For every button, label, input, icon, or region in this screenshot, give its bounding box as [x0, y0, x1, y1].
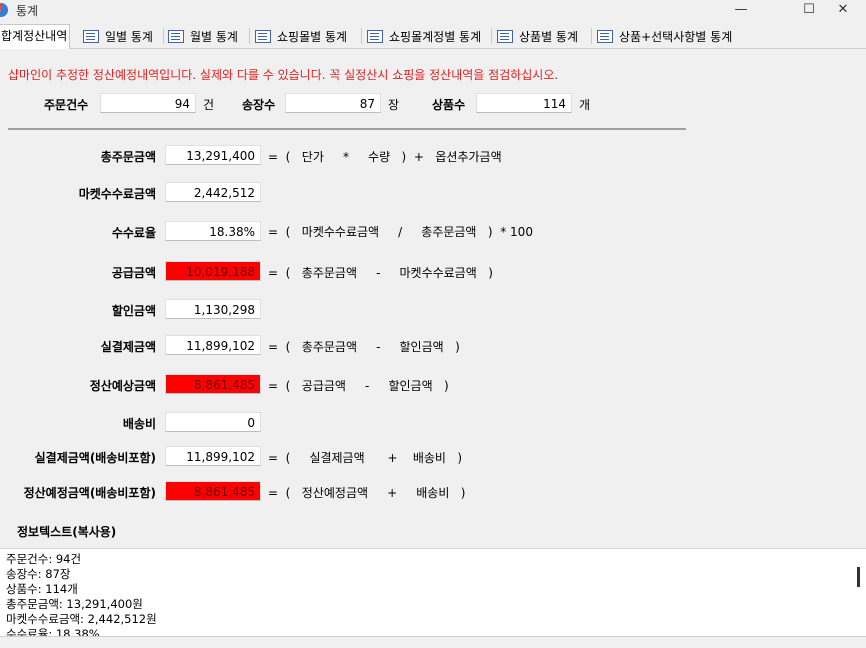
expected-settlement-incl-shipping-formula: = ( 정산예정금액 + 배송비 ) [268, 486, 466, 500]
tab-daily-stats[interactable]: 일별 통계 [83, 26, 153, 48]
invoice-count-unit: 장 [388, 98, 400, 112]
discount-amount-field[interactable]: 1,130,298 [165, 299, 261, 319]
total-order-amount-label: 총주문금액 [100, 150, 156, 164]
info-text-area[interactable]: 주문건수: 94건 송장수: 87장 상품수: 114개 총주문금액: 13,2… [0, 548, 866, 637]
discount-amount-label: 할인금액 [111, 304, 156, 318]
tab-separator [163, 28, 164, 44]
supply-amount-label: 공급금액 [111, 266, 156, 280]
status-bar [0, 636, 866, 648]
tab-separator [591, 28, 592, 44]
info-line: 상품수: 114개 [6, 582, 78, 596]
actual-payment-label: 실결제금액 [100, 340, 156, 354]
divider [8, 128, 686, 130]
minimize-button[interactable]: — [718, 0, 764, 22]
table-icon [597, 30, 613, 43]
expected-settlement-formula: = ( 공급금액 - 할인금액 ) [268, 379, 449, 393]
window-title: 통계 [16, 4, 39, 18]
expected-settlement-incl-shipping-label: 정산예정금액(배송비포함) [23, 486, 156, 500]
actual-payment-incl-shipping-label: 실결제금액(배송비포함) [34, 451, 156, 465]
info-line: 주문건수: 94건 [6, 552, 82, 566]
actual-payment-field[interactable]: 11,899,102 [165, 335, 261, 355]
tab-total-settlement[interactable]: 합계정산내역 [0, 24, 71, 49]
supply-amount-field[interactable]: 10,019,188 [165, 261, 261, 281]
info-line: 송장수: 87장 [6, 567, 71, 581]
product-count-unit: 개 [579, 98, 591, 112]
app-icon [0, 3, 8, 17]
title-bar: 통계 — ☐ ✕ [0, 0, 866, 22]
table-icon [367, 30, 383, 43]
tab-label: 상품+선택사항별 통계 [619, 30, 733, 44]
table-icon [497, 30, 513, 43]
info-line: 마켓수수료금액: 2,442,512원 [6, 612, 157, 626]
tab-separator [249, 28, 250, 44]
order-count-field[interactable]: 94 [100, 93, 196, 113]
table-icon [255, 30, 271, 43]
invoice-count-field[interactable]: 87 [285, 93, 381, 113]
scrollbar-thumb[interactable] [857, 567, 860, 587]
info-line: 총주문금액: 13,291,400원 [6, 597, 143, 611]
market-fee-label: 마켓수수료금액 [78, 187, 156, 201]
tab-separator [491, 28, 492, 44]
tab-bar: 합계정산내역 일별 통계 월별 통계 쇼핑몰별 통계 쇼핑몰계정별 통계 상품별… [0, 24, 866, 49]
tab-label: 합계정산내역 [1, 29, 68, 43]
expected-settlement-label: 정산예상금액 [89, 379, 156, 393]
actual-payment-incl-shipping-formula: = ( 실결제금액 + 배송비 ) [268, 451, 463, 465]
tab-mall-account-stats[interactable]: 쇼핑몰계정별 통계 [367, 26, 481, 48]
expected-settlement-field[interactable]: 8,861,485 [165, 374, 261, 394]
fee-rate-label: 수수료율 [111, 226, 156, 240]
product-count-label: 상품수 [432, 98, 466, 112]
close-button[interactable]: ✕ [820, 0, 866, 22]
table-icon [168, 30, 184, 43]
order-count-label: 주문건수 [44, 98, 89, 112]
tab-mall-stats[interactable]: 쇼핑몰별 통계 [255, 26, 347, 48]
info-text-title: 정보텍스트(복사용) [17, 525, 117, 539]
tab-label: 상품별 통계 [519, 30, 579, 44]
tab-separator [361, 28, 362, 44]
table-icon [83, 30, 99, 43]
order-count-unit: 건 [203, 98, 215, 112]
fee-rate-field[interactable]: 18.38% [165, 221, 261, 241]
supply-amount-formula: = ( 총주문금액 - 마켓수수료금액 ) [268, 266, 493, 280]
actual-payment-incl-shipping-field[interactable]: 11,899,102 [165, 446, 261, 466]
tab-product-stats[interactable]: 상품별 통계 [497, 26, 578, 48]
total-order-amount-formula: = ( 단가 * 수량 ) + 옵션추가금액 [268, 150, 502, 164]
tab-product-option-stats[interactable]: 상품+선택사항별 통계 [597, 26, 732, 48]
tab-label: 월별 통계 [190, 30, 238, 44]
shipping-fee-field[interactable]: 0 [165, 412, 261, 432]
estimate-notice: 샵마인이 추정한 정산예정내역입니다. 실제와 다를 수 있습니다. 꼭 실정산… [8, 68, 559, 82]
market-fee-field[interactable]: 2,442,512 [165, 182, 261, 202]
invoice-count-label: 송장수 [242, 98, 276, 112]
product-count-field[interactable]: 114 [476, 93, 572, 113]
total-order-amount-field[interactable]: 13,291,400 [165, 145, 261, 165]
tab-monthly-stats[interactable]: 월별 통계 [168, 26, 238, 48]
tab-label: 쇼핑몰계정별 통계 [389, 30, 482, 44]
shipping-fee-label: 배송비 [122, 417, 156, 431]
tab-label: 일별 통계 [105, 30, 153, 44]
tab-label: 쇼핑몰별 통계 [277, 30, 348, 44]
expected-settlement-incl-shipping-field[interactable]: 8,861,485 [165, 481, 261, 501]
fee-rate-formula: = ( 마켓수수료금액 / 총주문금액 ) * 100 [268, 225, 533, 239]
actual-payment-formula: = ( 총주문금액 - 할인금액 ) [268, 340, 460, 354]
